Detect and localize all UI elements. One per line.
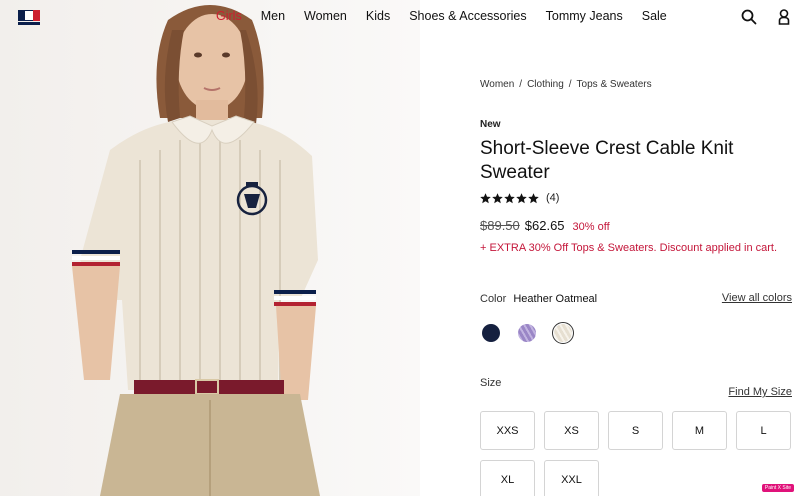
nav-item-tommy-jeans[interactable]: Tommy Jeans (546, 9, 623, 23)
sale-price: $62.65 (524, 218, 565, 233)
main-nav: Girls Men Women Kids Shoes & Accessories… (216, 9, 667, 23)
breadcrumb: Women / Clothing / Tops & Sweaters (480, 79, 652, 90)
color-label: Color (480, 293, 507, 305)
swatch-dot (482, 324, 500, 342)
find-my-size-link[interactable]: Find My Size (728, 386, 792, 398)
model-wearing-sweater-illustration (72, 5, 320, 496)
swatch-dot (518, 324, 536, 342)
original-price: $89.50 (480, 218, 520, 233)
star-icon (480, 192, 491, 203)
discount-label: 30% off (572, 221, 610, 233)
nav-item-men[interactable]: Men (261, 9, 285, 23)
nav-item-kids[interactable]: Kids (366, 9, 390, 23)
star-icon (528, 192, 539, 203)
product-rating[interactable]: (4) (480, 192, 559, 204)
nav-item-shoes-accessories[interactable]: Shoes & Accessories (409, 9, 526, 23)
size-s-button[interactable]: S (608, 411, 663, 450)
promo-message: + EXTRA 30% Off Tops & Sweaters. Discoun… (480, 242, 778, 254)
size-label: Size (480, 377, 502, 389)
size-xxs-button[interactable]: XXS (480, 411, 535, 450)
account-icon[interactable] (775, 8, 793, 26)
price-block: $89.50 $62.65 30% off (480, 218, 610, 233)
new-badge: New (480, 119, 501, 130)
review-count[interactable]: (4) (546, 192, 559, 204)
product-image[interactable] (0, 0, 420, 496)
selected-color-name: Heather Oatmeal (513, 293, 598, 305)
nav-item-sale[interactable]: Sale (642, 9, 667, 23)
breadcrumb-item-women[interactable]: Women (480, 79, 514, 90)
rating-stars (480, 192, 539, 204)
star-icon (504, 192, 515, 203)
nav-item-girls[interactable]: Girls (216, 9, 242, 23)
swatch-navy[interactable] (480, 322, 502, 344)
size-l-button[interactable]: L (736, 411, 791, 450)
size-xxl-button[interactable]: XXL (544, 460, 599, 496)
star-icon (516, 192, 527, 203)
size-options: XXS XS S M L XL XXL (480, 411, 800, 496)
view-all-colors-link[interactable]: View all colors (722, 292, 792, 304)
paint-site-badge[interactable]: Paint X Site (761, 484, 794, 492)
breadcrumb-separator: / (568, 79, 572, 90)
product-title: Short-Sleeve Crest Cable Knit Sweater (480, 138, 734, 183)
site-header: Girls Men Women Kids Shoes & Accessories… (0, 0, 800, 34)
swatch-lavender[interactable] (516, 322, 538, 344)
nav-item-women[interactable]: Women (304, 9, 347, 23)
color-selector-header: Color Heather Oatmeal View all colors (480, 292, 792, 305)
size-xl-button[interactable]: XL (480, 460, 535, 496)
color-swatches (480, 322, 574, 344)
size-xs-button[interactable]: XS (544, 411, 599, 450)
swatch-heather-oatmeal[interactable] (552, 322, 574, 344)
brand-logo[interactable] (18, 10, 40, 25)
breadcrumb-item-clothing[interactable]: Clothing (527, 79, 564, 90)
size-selector-header: Size Find My Size (480, 377, 792, 398)
product-details: Women / Clothing / Tops & Sweaters New S… (480, 0, 800, 496)
search-icon[interactable] (740, 8, 758, 26)
star-icon (492, 192, 503, 203)
swatch-dot (554, 324, 572, 342)
breadcrumb-separator: / (519, 79, 523, 90)
size-m-button[interactable]: M (672, 411, 727, 450)
breadcrumb-item-tops-sweaters[interactable]: Tops & Sweaters (577, 79, 652, 90)
